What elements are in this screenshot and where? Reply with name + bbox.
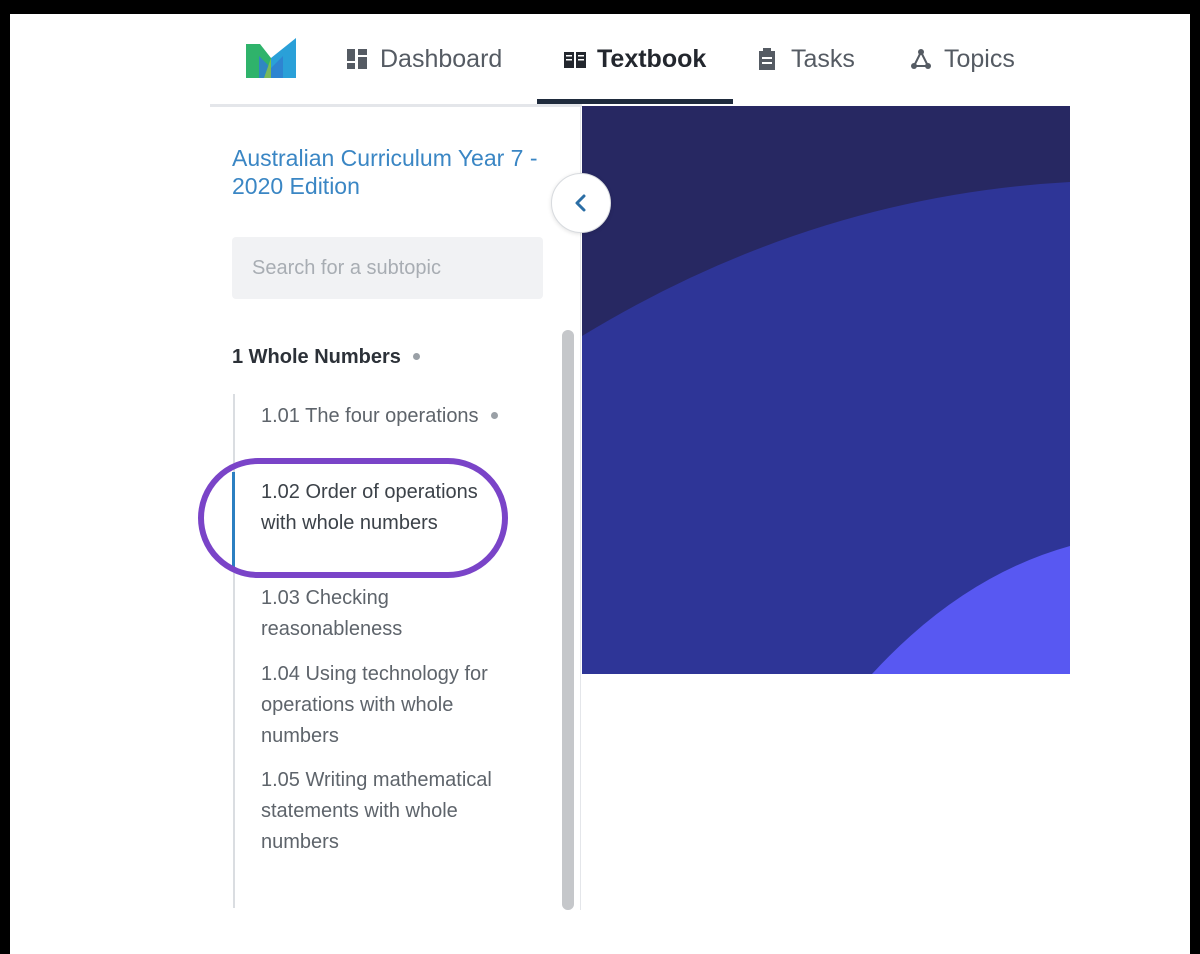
dashboard-icon <box>346 48 368 70</box>
screenshot-border-right <box>1190 0 1200 954</box>
nav-divider <box>210 104 582 107</box>
chapter-label: 1 Whole Numbers <box>232 346 401 368</box>
nav-label: Textbook <box>597 44 707 73</box>
subtopic-label: 1.04 Using technology for operations wit… <box>261 663 488 747</box>
nav-textbook[interactable]: Textbook <box>563 36 706 82</box>
clipboard-icon <box>757 48 779 70</box>
sidebar-scrollbar-thumb[interactable] <box>562 330 574 910</box>
toc-active-indicator <box>232 472 235 572</box>
collapse-sidebar-button[interactable] <box>551 173 611 233</box>
nav-dashboard[interactable]: Dashboard <box>346 36 502 82</box>
subtopic-search-input[interactable] <box>232 237 543 299</box>
book-title[interactable]: Australian Curriculum Year 7 - 2020 Edit… <box>232 144 552 200</box>
chapter-banner-image <box>582 106 1070 674</box>
status-dot <box>412 353 420 361</box>
chevron-left-icon <box>575 194 586 212</box>
subtopic-item[interactable]: 1.03 Checking reasonableness <box>261 583 501 645</box>
nav-tasks[interactable]: Tasks <box>757 36 855 82</box>
screenshot-border-top <box>0 0 1200 14</box>
screenshot-border-left <box>0 0 10 954</box>
subtopic-item[interactable]: 1.04 Using technology for operations wit… <box>261 659 501 752</box>
status-dot <box>490 412 498 420</box>
book-icon <box>563 48 586 70</box>
nav-label: Dashboard <box>380 44 503 73</box>
logo-icon <box>246 38 296 78</box>
nav-topics[interactable]: Topics <box>910 36 1015 82</box>
subtopic-label: 1.01 The four operations <box>261 405 479 427</box>
subtopic-label: 1.03 Checking reasonableness <box>261 587 403 640</box>
nav-label: Tasks <box>791 44 855 73</box>
nav-label: Topics <box>944 44 1015 73</box>
subtopic-item[interactable]: 1.01 The four operations <box>261 401 501 432</box>
subtopic-label: 1.05 Writing mathematical statements wit… <box>261 769 492 853</box>
subtopic-label: 1.02 Order of operations with whole numb… <box>261 481 478 534</box>
subtopic-item-active[interactable]: 1.02 Order of operations with whole numb… <box>261 477 501 539</box>
topics-network-icon <box>910 48 932 70</box>
subtopic-item[interactable]: 1.05 Writing mathematical statements wit… <box>261 765 501 858</box>
chapter-heading[interactable]: 1 Whole Numbers <box>232 346 420 369</box>
mathspace-logo[interactable] <box>246 38 296 78</box>
